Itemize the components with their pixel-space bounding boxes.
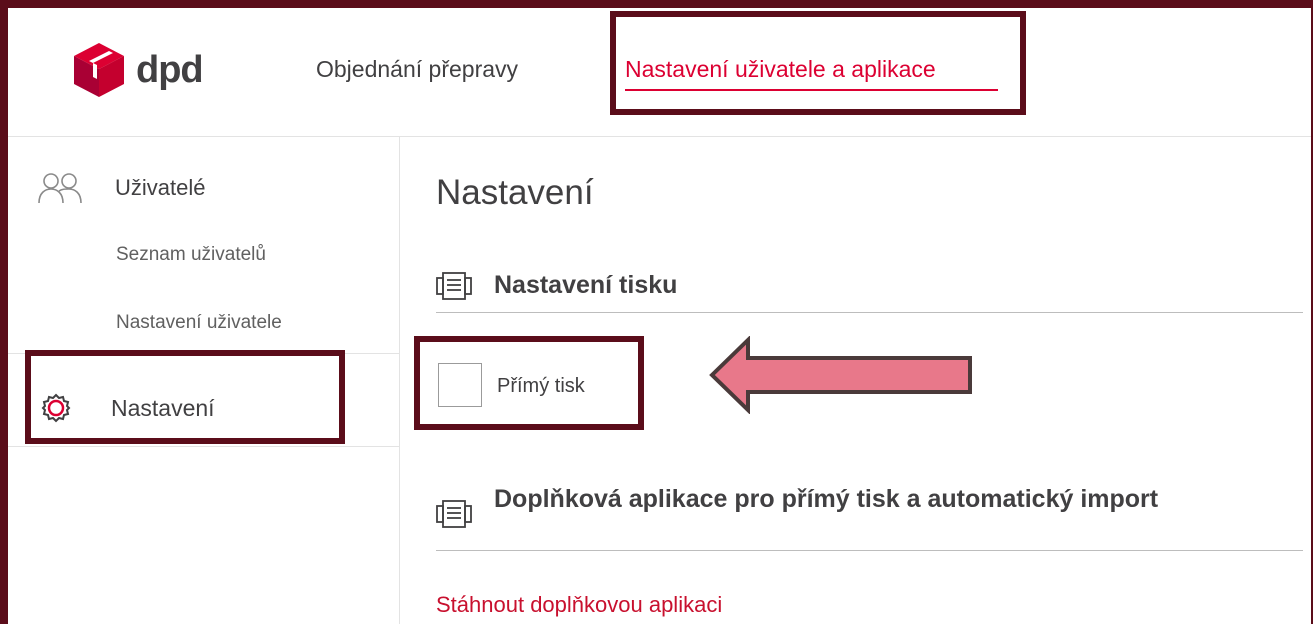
- nav-objednani-prepravy[interactable]: Objednání přepravy: [316, 56, 518, 83]
- page-title: Nastavení: [436, 173, 594, 212]
- left-arrow-icon: [709, 336, 972, 414]
- annotation-box-sidebar: [25, 350, 345, 444]
- logo-text: dpd: [136, 48, 204, 91]
- printer-icon: [436, 272, 472, 300]
- dpd-logo[interactable]: dpd: [72, 40, 204, 100]
- annotation-box-checkbox: [414, 336, 644, 430]
- section-divider: [436, 550, 1303, 551]
- print-settings-heading: Nastavení tisku: [436, 271, 677, 301]
- sidebar-users-label: Uživatelé: [115, 175, 206, 200]
- annotation-box-nav: [610, 11, 1026, 115]
- sidebar-divider: [8, 446, 399, 447]
- sidebar-item-nastaveni-uzivatele[interactable]: Nastavení uživatele: [116, 312, 282, 334]
- addon-app-heading: Doplňková aplikace pro přímý tisk a auto…: [436, 481, 1256, 529]
- users-icon: [38, 173, 82, 204]
- addon-app-title: Doplňková aplikace pro přímý tisk a auto…: [494, 485, 1159, 513]
- section-divider: [436, 312, 1303, 313]
- sidebar-users-heading[interactable]: Uživatelé: [37, 171, 205, 205]
- download-addon-link[interactable]: Stáhnout doplňkovou aplikaci: [436, 592, 722, 618]
- printer-icon: [436, 500, 472, 528]
- dpd-cube-icon: [74, 43, 124, 97]
- sidebar-item-seznam-uzivatelu[interactable]: Seznam uživatelů: [116, 244, 266, 266]
- print-settings-title: Nastavení tisku: [494, 271, 678, 299]
